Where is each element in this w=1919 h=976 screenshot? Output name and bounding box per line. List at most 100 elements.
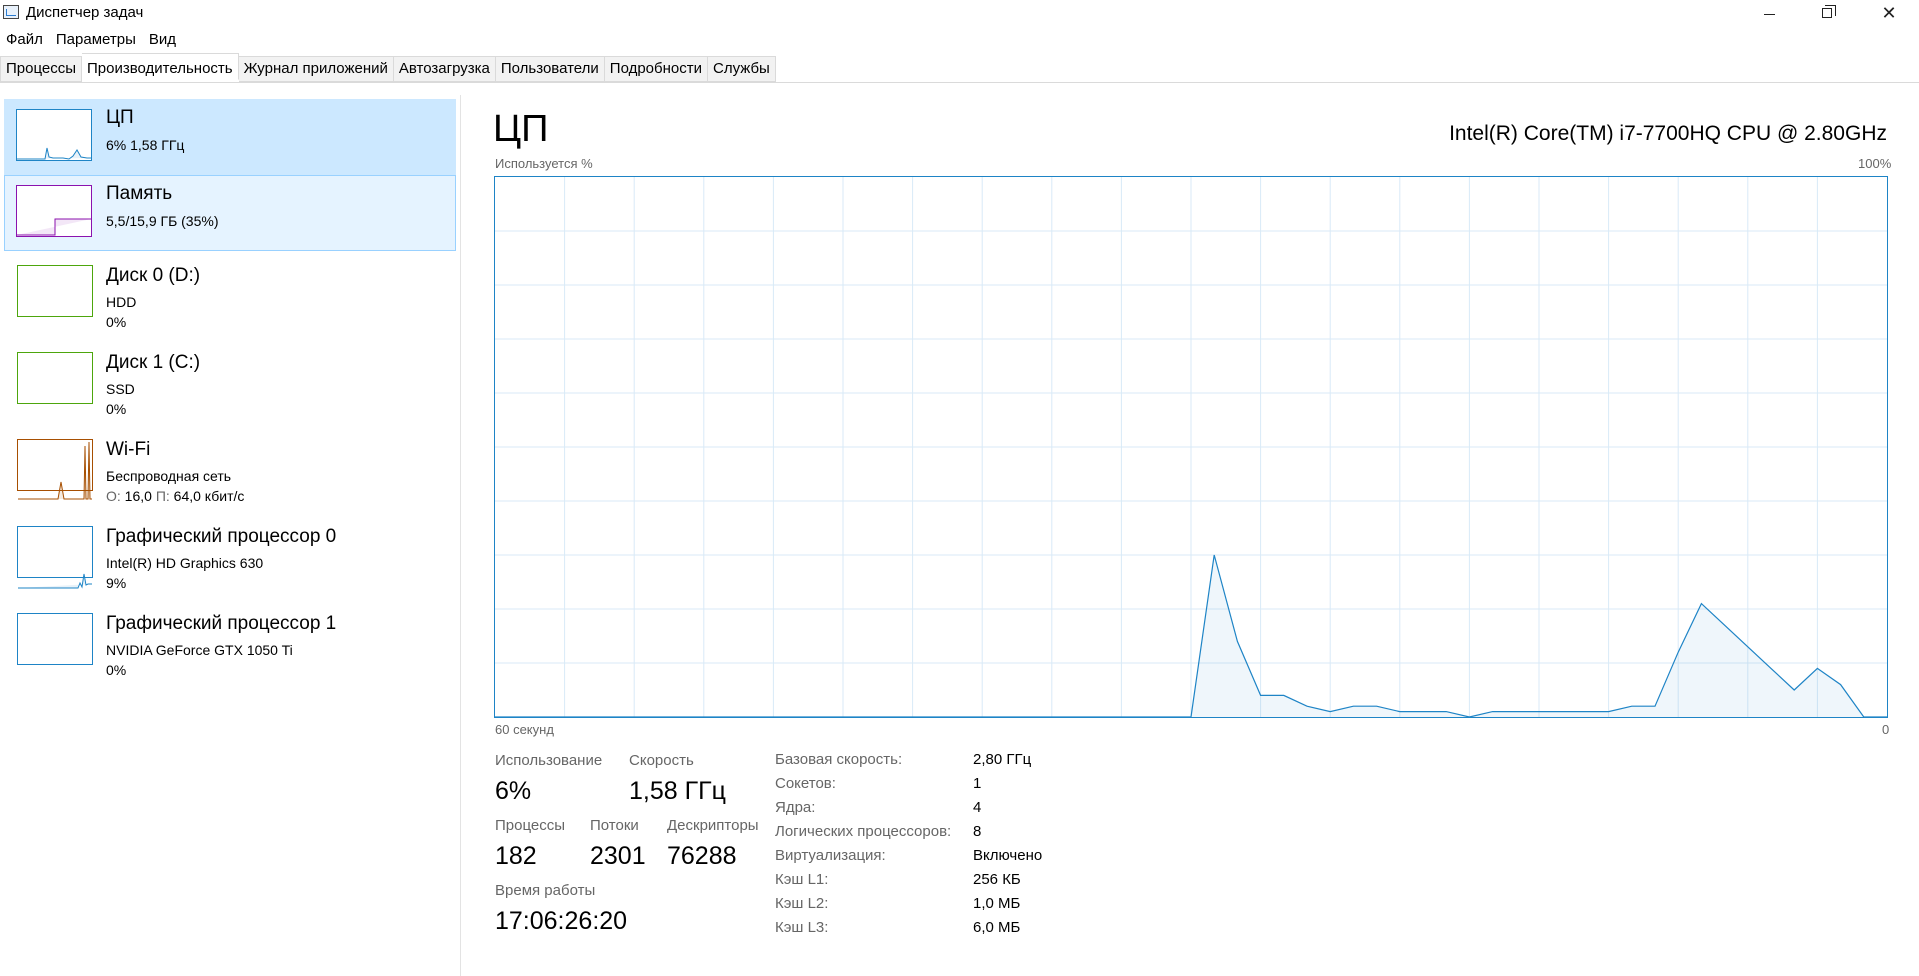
resource-subtitle: HDD [106,294,137,310]
menu-file[interactable]: Файл [0,28,50,50]
resource-subtitle: Intel(R) HD Graphics 630 [106,555,264,571]
restore-icon [1822,5,1836,18]
gpu-1-thumbnail-graph [17,613,93,665]
tab-services[interactable]: Службы [707,56,776,82]
spec-key: Кэш L1: [775,871,829,888]
resource-subtitle: Беспроводная сеть [106,468,232,484]
resource-title: Диск 1 (C:) [106,352,201,373]
resource-value: 9% [106,575,127,591]
stat-speed: Скорость 1,58 ГГц [629,752,726,806]
graph-y-label: Используется % [495,156,593,171]
spec-row: Ядра: 4 [775,799,1042,823]
spec-value: 1 [973,775,982,792]
stat-handles: Дескрипторы 76288 [667,817,759,871]
resource-value: 0% [106,314,127,330]
resource-subtitle: 6% 1,58 ГГц [106,137,185,153]
spec-value: 256 КБ [973,871,1021,888]
send-value: 16,0 [120,488,156,504]
menu-view[interactable]: Вид [143,28,183,50]
resource-item-gpu-0[interactable]: Графический процессор 0 Intel(R) HD Grap… [4,516,456,592]
receive-value: 64,0 кбит/с [169,488,245,504]
graph-x-label: 60 секунд [495,722,554,737]
spec-row: Виртуализация: Включено [775,847,1042,871]
close-button[interactable]: ✕ [1860,0,1918,26]
stat-processes: Процессы 182 [495,817,565,871]
maximize-button[interactable] [1798,0,1856,26]
receive-label: П: [155,488,170,504]
spec-value: 8 [973,823,982,840]
tab-users[interactable]: Пользователи [495,56,605,82]
stat-label: Использование [495,752,603,769]
resource-item-cpu[interactable]: ЦП 6% 1,58 ГГц [4,99,456,175]
graph-x-end-label: 0 [1882,722,1890,737]
spec-key: Кэш L2: [775,895,829,912]
menu-options[interactable]: Параметры [50,28,143,50]
spec-key: Кэш L3: [775,919,829,936]
gpu-0-thumbnail-graph [17,526,93,589]
resource-item-wifi[interactable]: Wi-Fi Беспроводная сеть О: 16,0 П: 64,0 … [4,429,456,505]
spec-row: Логических процессоров: 8 [775,823,1042,847]
resource-subtitle: NVIDIA GeForce GTX 1050 Ti [106,642,293,658]
stat-label: Потоки [590,817,639,834]
stat-value: 182 [495,842,537,870]
tabs-divider [0,82,1919,83]
resource-list: ЦП 6% 1,58 ГГц Память 5,5/15,9 ГБ (35%) … [0,95,460,976]
disk-1-thumbnail-graph [17,352,93,404]
wifi-throughput: О: 16,0 П: 64,0 кбит/с [106,488,244,504]
resource-title: ЦП [106,107,134,128]
menu-bar: Файл Параметры Вид [0,28,183,50]
stat-value: 76288 [667,842,737,870]
spec-key: Виртуализация: [775,847,886,864]
spec-key: Базовая скорость: [775,751,903,768]
resource-item-disk-0[interactable]: Диск 0 (D:) HDD 0% [4,255,456,331]
tab-performance[interactable]: Производительность [82,53,239,80]
minimize-button[interactable] [1740,0,1798,26]
resource-value: 0% [106,662,127,678]
stat-threads: Потоки 2301 [590,817,646,871]
resource-subtitle: SSD [106,381,135,397]
spec-key: Сокетов: [775,775,836,792]
page-title: ЦП [493,108,549,150]
spec-row: Базовая скорость: 2,80 ГГц [775,751,1042,775]
spec-row: Кэш L1: 256 КБ [775,871,1042,895]
minimize-icon [1763,13,1775,15]
graph-y-max-label: 100% [1858,156,1892,171]
resource-title: Графический процессор 0 [106,526,337,547]
tab-processes[interactable]: Процессы [0,56,83,82]
spec-key: Логических процессоров: [775,823,952,840]
resource-item-gpu-1[interactable]: Графический процессор 1 NVIDIA GeForce G… [4,603,456,679]
title-bar: Диспетчер задач ✕ [0,0,1919,26]
stat-label: Процессы [495,817,566,834]
resource-item-disk-1[interactable]: Диск 1 (C:) SSD 0% [4,342,456,418]
resource-item-memory[interactable]: Память 5,5/15,9 ГБ (35%) [4,175,456,251]
panel-divider[interactable] [460,95,461,976]
resource-title: Wi-Fi [106,439,151,460]
spec-value: 6,0 МБ [973,919,1021,936]
stat-value: 1,58 ГГц [629,777,726,805]
stat-value: 2301 [590,842,646,870]
stat-label: Скорость [629,752,694,769]
spec-row: Кэш L2: 1,0 МБ [775,895,1042,919]
stat-value: 17:06:26:20 [495,907,628,935]
tab-startup[interactable]: Автозагрузка [393,56,496,82]
close-icon: ✕ [1881,3,1897,23]
tab-details[interactable]: Подробности [604,56,708,82]
wifi-thumbnail-graph [17,439,93,500]
stat-value: 6% [495,777,532,805]
stat-label: Время работы [495,882,596,899]
resource-subtitle: 5,5/15,9 ГБ (35%) [106,213,219,229]
resource-title: Диск 0 (D:) [106,265,201,286]
cpu-thumbnail-graph [16,109,92,161]
send-label: О: [106,488,121,504]
spec-row: Сокетов: 1 [775,775,1042,799]
tab-strip: Процессы Производительность Журнал прило… [0,53,776,82]
tab-app-history[interactable]: Журнал приложений [238,56,394,82]
spec-key: Ядра: [775,799,816,816]
cpu-usage-chart [495,177,1887,717]
resource-title: Память [106,183,173,204]
stat-label: Дескрипторы [667,817,759,834]
task-manager-icon [3,5,19,19]
memory-thumbnail-graph [16,185,92,237]
spec-value: 1,0 МБ [973,895,1021,912]
spec-value: 2,80 ГГц [973,751,1032,768]
